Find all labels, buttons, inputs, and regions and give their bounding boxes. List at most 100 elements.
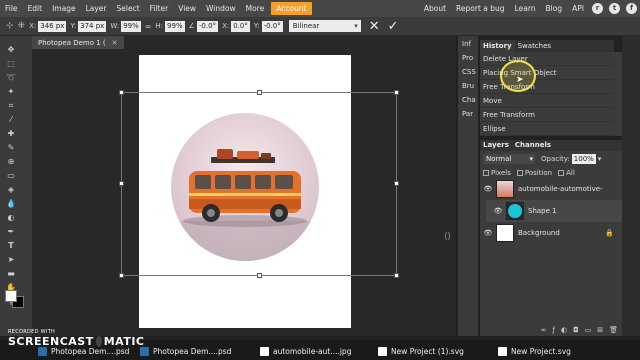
interpolation-select[interactable]: Bilinear	[288, 20, 361, 32]
menu-select[interactable]: Select	[112, 4, 145, 13]
x-input[interactable]: 346 px	[38, 20, 67, 32]
layer-row[interactable]: 👁 Shape 1	[486, 200, 628, 222]
eyedropper-tool-icon[interactable]: ⁄	[5, 114, 17, 126]
delete-layer-icon[interactable]: 🗑	[609, 326, 618, 334]
taskbar-item[interactable]: Photopea Dem....psd	[140, 344, 231, 358]
transform-handle-left[interactable]	[119, 181, 124, 186]
account-button[interactable]: Account	[271, 2, 312, 15]
shape-tool-icon[interactable]: ▬	[5, 268, 17, 280]
transform-handle-bottom-left[interactable]	[119, 273, 124, 278]
opacity-input[interactable]: 100%	[571, 154, 596, 164]
magic-wand-tool-icon[interactable]: ✦	[5, 86, 17, 98]
menu-layer[interactable]: Layer	[81, 4, 112, 13]
mask-icon[interactable]: ◘	[573, 326, 579, 334]
w-input[interactable]: 99%	[121, 20, 141, 32]
history-item[interactable]: Ellipse	[480, 122, 614, 136]
new-layer-icon[interactable]: ⊞	[597, 326, 603, 334]
taskbar-item[interactable]: automobile-aut....jpg	[260, 344, 351, 358]
menu-view[interactable]: View	[173, 4, 201, 13]
transform-handle-bottom-right[interactable]	[394, 273, 399, 278]
opacity-dropdown-icon[interactable]: ▾	[598, 155, 602, 163]
menu-file[interactable]: File	[0, 4, 23, 13]
color-swatches[interactable]	[5, 290, 27, 308]
mini-panel-character[interactable]: Cha	[462, 96, 478, 106]
taskbar-item[interactable]: New Project.svg	[498, 344, 571, 358]
dodge-tool-icon[interactable]: ◐	[5, 212, 17, 224]
panel-collapse-icon[interactable]: ⟨⟩	[444, 232, 451, 242]
type-tool-icon[interactable]: T	[5, 240, 17, 252]
lock-position-checkbox[interactable]: Position	[516, 169, 552, 177]
menu-window[interactable]: Window	[201, 4, 241, 13]
rotate-input[interactable]: -0.0°	[196, 20, 219, 32]
history-scrollbar[interactable]	[614, 52, 622, 136]
blur-tool-icon[interactable]: 💧	[5, 198, 17, 210]
menu-image[interactable]: Image	[47, 4, 81, 13]
lock-pixels-checkbox[interactable]: Pixels	[483, 169, 511, 177]
tab-channels[interactable]: Channels	[512, 140, 554, 151]
transform-handle-top-right[interactable]	[394, 90, 399, 95]
cancel-transform-icon[interactable]: ✕	[369, 19, 380, 34]
link-learn[interactable]: Learn	[510, 4, 541, 13]
transform-handle-top-left[interactable]	[119, 90, 124, 95]
eye-icon[interactable]: 👁	[483, 229, 493, 237]
link-about[interactable]: About	[419, 4, 451, 13]
effects-icon[interactable]: ƒ	[552, 326, 554, 334]
twitter-icon[interactable]: t	[609, 3, 620, 14]
pen-tool-icon[interactable]: ✒	[5, 226, 17, 238]
brush-tool-icon[interactable]: ✎	[5, 142, 17, 154]
link-icon[interactable]: ∞	[145, 22, 152, 31]
mini-panel-paragraph[interactable]: Par	[462, 110, 478, 120]
taskbar-item[interactable]: New Project (1).svg	[378, 344, 464, 358]
clone-tool-icon[interactable]: ⊕	[5, 156, 17, 168]
menu-filter[interactable]: Filter	[145, 4, 174, 13]
blend-mode-select[interactable]: Normal	[483, 154, 535, 164]
close-icon[interactable]: ✕	[112, 39, 118, 47]
path-select-tool-icon[interactable]: ➤	[5, 254, 17, 266]
transform-tool-icon[interactable]: ⊹	[6, 21, 14, 31]
mini-panel-properties[interactable]: Pro	[462, 54, 478, 64]
transform-bounding-box[interactable]	[119, 90, 399, 278]
lasso-tool-icon[interactable]: ➰	[5, 72, 17, 84]
h-input[interactable]: 99%	[165, 20, 185, 32]
y-input[interactable]: 374 px	[78, 20, 107, 32]
tab-swatches[interactable]: Swatches	[515, 40, 554, 52]
history-item[interactable]: Move	[480, 94, 614, 108]
history-item[interactable]: Delete Layer	[480, 52, 614, 66]
foreground-color-swatch[interactable]	[5, 290, 17, 302]
mini-panel-info[interactable]: Inf	[462, 40, 478, 50]
link-layers-icon[interactable]: ∞	[541, 326, 547, 334]
layer-row[interactable]: 👁 Background 🔒	[480, 222, 622, 244]
lock-all-checkbox[interactable]: All	[558, 169, 575, 177]
menu-edit[interactable]: Edit	[23, 4, 48, 13]
confirm-transform-icon[interactable]: ✓	[388, 19, 399, 34]
transform-handle-right[interactable]	[394, 181, 399, 186]
menu-more[interactable]: More	[241, 4, 270, 13]
link-api[interactable]: API	[567, 4, 589, 13]
move-tool-icon[interactable]: ✥	[5, 44, 17, 56]
eye-icon[interactable]: 👁	[483, 185, 493, 193]
healing-tool-icon[interactable]: ✚	[5, 128, 17, 140]
link-blog[interactable]: Blog	[541, 4, 568, 13]
mini-panel-css[interactable]: CSS	[462, 68, 478, 78]
folder-icon[interactable]: ▭	[585, 326, 592, 334]
eraser-tool-icon[interactable]: ▭	[5, 170, 17, 182]
tab-layers[interactable]: Layers	[480, 140, 512, 151]
reddit-icon[interactable]: r	[592, 3, 603, 14]
fill-tool-icon[interactable]: ◈	[5, 184, 17, 196]
marquee-tool-icon[interactable]: ⬚	[5, 58, 17, 70]
reference-point-icon[interactable]: ⁜	[18, 21, 26, 31]
skew-x-input[interactable]: 0.0°	[231, 20, 250, 32]
adjustment-icon[interactable]: ◐	[561, 326, 567, 334]
eye-icon[interactable]: 👁	[493, 205, 503, 217]
crop-tool-icon[interactable]: ⌗	[5, 100, 17, 112]
facebook-icon[interactable]: f	[626, 3, 637, 14]
history-item[interactable]: Free Transform	[480, 80, 614, 94]
tab-history[interactable]: History	[480, 40, 515, 52]
transform-handle-top[interactable]	[257, 90, 262, 95]
transform-handle-bottom[interactable]	[257, 273, 262, 278]
layer-row[interactable]: 👁 automobile-automotive-	[480, 178, 622, 200]
document-tab[interactable]: Photopea Demo 1 ( ✕	[32, 36, 124, 49]
link-report-bug[interactable]: Report a bug	[451, 4, 510, 13]
mini-panel-brush[interactable]: Bru	[462, 82, 478, 92]
history-item[interactable]: Free Transform	[480, 108, 614, 122]
